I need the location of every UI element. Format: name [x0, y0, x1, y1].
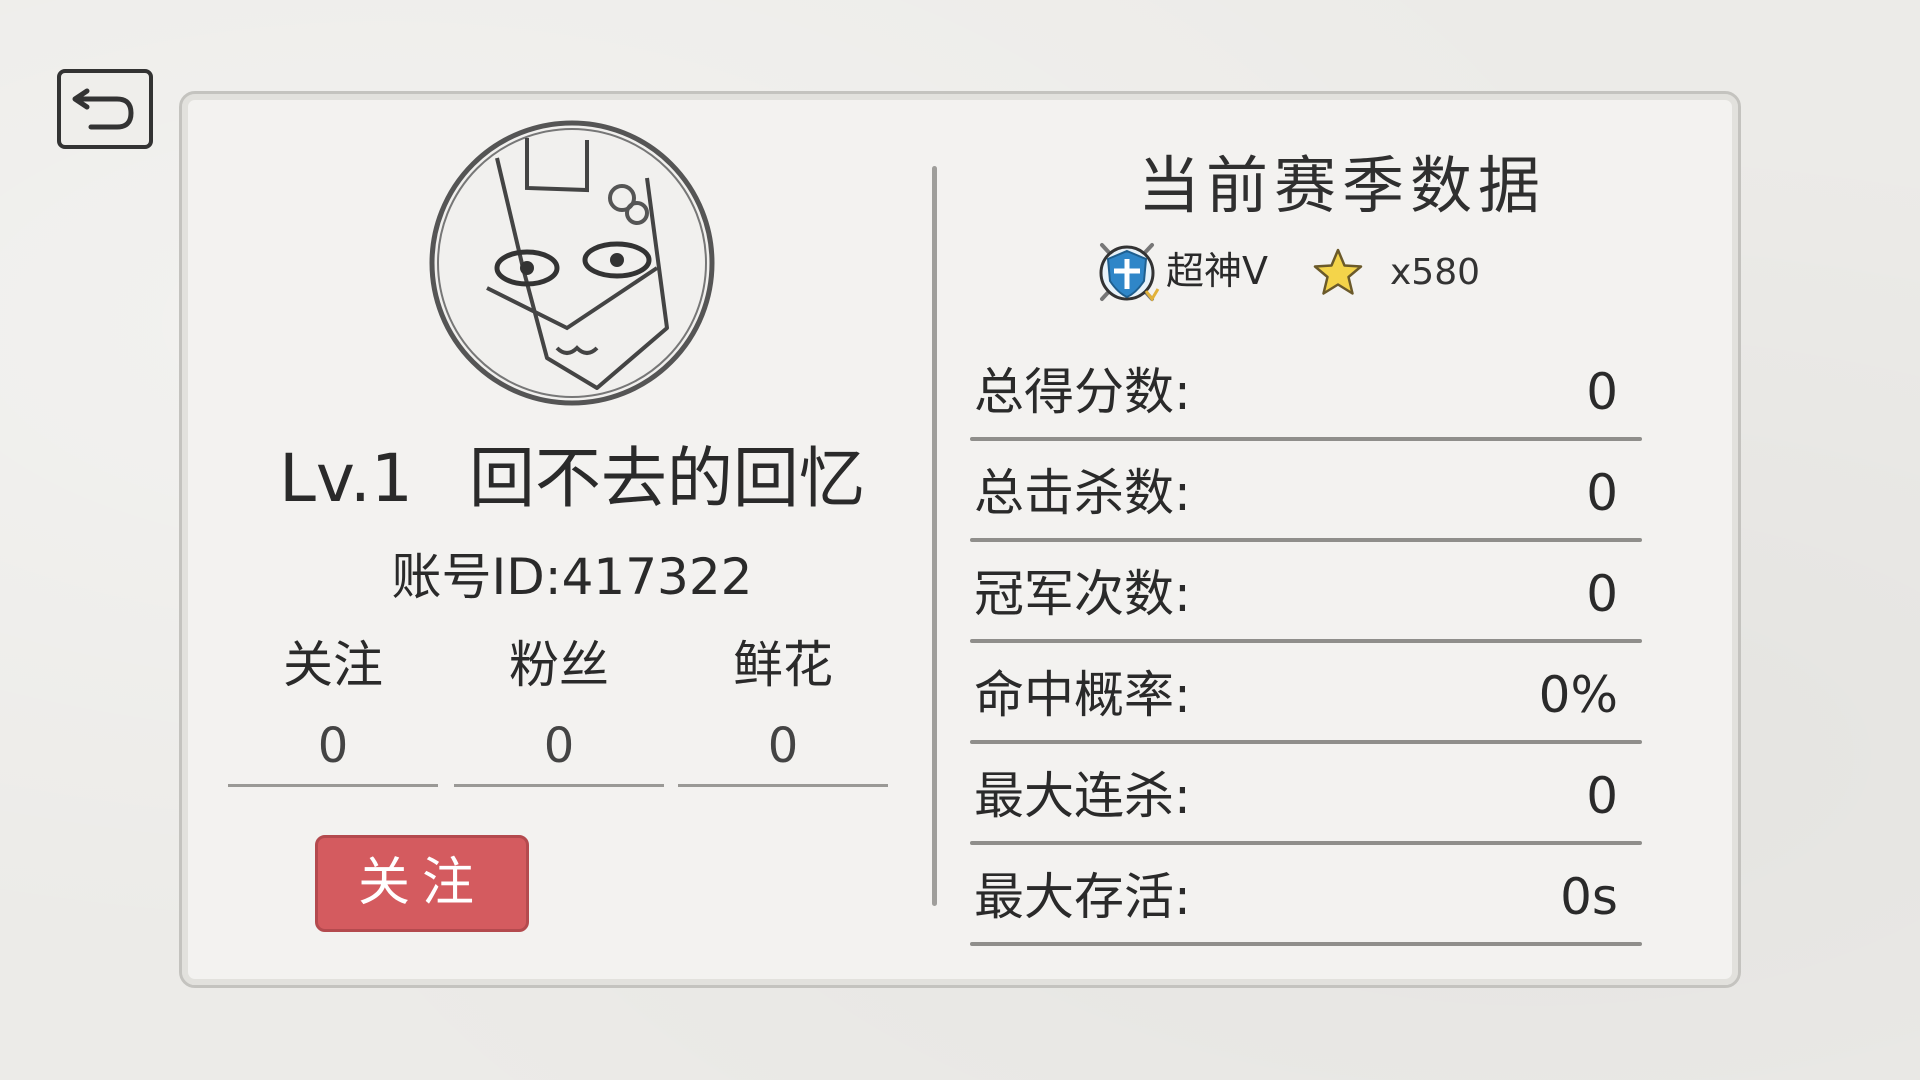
season-stats: 总得分数: 0 总击杀数: 0 冠军次数: 0 命中概率: 0% 最大连杀: 0… — [970, 344, 1642, 950]
divider-line — [970, 841, 1642, 845]
player-name: 回不去的回忆 — [468, 440, 865, 517]
stat-row: 冠军次数: 0 — [970, 546, 1642, 647]
profile-card: Lv.1 回不去的回忆 账号ID:417322 关注 0 粉丝 0 鲜花 0 关注… — [179, 91, 1741, 988]
divider-line — [454, 784, 664, 787]
divider-line — [970, 639, 1642, 643]
follow-button[interactable]: 关注 — [315, 835, 529, 932]
stat-value: 0% — [1538, 666, 1618, 724]
rank-row: 超神V x580 — [1092, 237, 1512, 307]
stat-row: 总得分数: 0 — [970, 344, 1642, 445]
social-label: 鲜花 — [733, 636, 833, 694]
stat-value: 0 — [1586, 565, 1618, 623]
stat-row: 总击杀数: 0 — [970, 445, 1642, 546]
stat-value: 0s — [1560, 868, 1618, 926]
star-count: x580 — [1390, 252, 1481, 293]
stat-label: 冠军次数: — [974, 565, 1191, 623]
stat-value: 0 — [1586, 363, 1618, 421]
social-flowers: 鲜花 0 — [678, 634, 888, 794]
stat-label: 命中概率: — [974, 666, 1191, 724]
social-value: 0 — [317, 718, 349, 774]
stat-label: 最大连杀: — [974, 767, 1191, 825]
back-arrow-icon — [72, 88, 134, 130]
stat-row: 最大连杀: 0 — [970, 748, 1642, 849]
divider-line — [678, 784, 888, 787]
divider-line — [970, 942, 1642, 946]
social-following: 关注 0 — [228, 634, 438, 794]
social-value: 0 — [543, 718, 575, 774]
divider-line — [970, 538, 1642, 542]
stat-label: 总得分数: — [974, 363, 1191, 421]
column-divider — [932, 166, 937, 906]
stat-label: 总击杀数: — [974, 464, 1191, 522]
stat-row: 命中概率: 0% — [970, 647, 1642, 748]
player-name-line: Lv.1 回不去的回忆 — [182, 439, 962, 519]
social-stats: 关注 0 粉丝 0 鲜花 0 — [228, 634, 888, 794]
cat-avatar-icon — [429, 120, 715, 406]
season-title: 当前赛季数据 — [1137, 149, 1546, 222]
social-label: 关注 — [283, 636, 383, 694]
divider-line — [970, 437, 1642, 441]
stat-label: 最大存活: — [974, 868, 1191, 926]
account-id: 账号ID:417322 — [391, 548, 753, 606]
divider-line — [228, 784, 438, 787]
back-button[interactable] — [57, 69, 153, 149]
player-level: Lv.1 — [279, 440, 413, 517]
stat-value: 0 — [1586, 767, 1618, 825]
social-label: 粉丝 — [509, 636, 609, 694]
social-fans: 粉丝 0 — [454, 634, 664, 794]
star-icon — [1313, 248, 1363, 295]
rank-shield-icon — [1099, 243, 1160, 302]
stat-row: 最大存活: 0s — [970, 849, 1642, 950]
divider-line — [970, 740, 1642, 744]
stat-value: 0 — [1586, 464, 1618, 522]
social-value: 0 — [767, 718, 799, 774]
rank-name: 超神V — [1166, 249, 1268, 293]
